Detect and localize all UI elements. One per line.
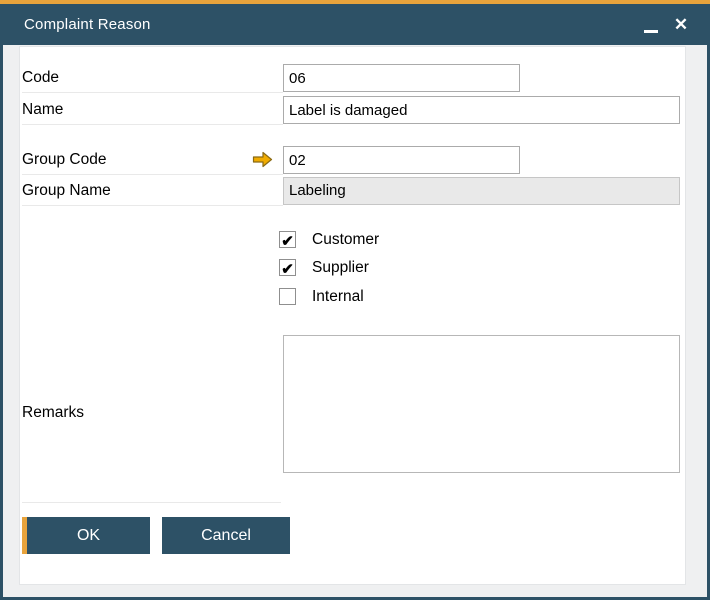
internal-checkbox-row: ✔ Internal (279, 287, 364, 306)
supplier-checkbox[interactable]: ✔ (279, 259, 296, 278)
dialog-body: Code Name Group Code (0, 45, 710, 600)
remarks-row-divider (22, 502, 281, 503)
customer-checkbox-label: Customer (312, 230, 380, 248)
ok-button[interactable]: OK (22, 517, 150, 554)
code-label-column: Code (22, 64, 283, 93)
checkmark-icon: ✔ (281, 261, 294, 278)
code-row: Code (22, 64, 681, 93)
close-button[interactable]: ✕ (666, 10, 696, 40)
supplier-checkbox-row: ✔ Supplier (279, 258, 369, 278)
group-code-label: Group Code (22, 151, 107, 168)
checkmark-icon: ✔ (281, 233, 294, 250)
remarks-textarea[interactable] (283, 335, 680, 473)
group-name-row: Group Name Labeling (22, 177, 681, 206)
window-title: Complaint Reason (24, 16, 151, 33)
complaint-reason-dialog: Complaint Reason ✕ Code Name (0, 0, 710, 600)
link-arrow-icon[interactable] (252, 151, 273, 168)
code-label: Code (22, 69, 60, 86)
internal-checkbox-label: Internal (312, 287, 364, 305)
group-code-label-column: Group Code (22, 146, 283, 175)
title-bar[interactable]: Complaint Reason ✕ (0, 4, 710, 45)
supplier-checkbox-label: Supplier (312, 258, 369, 276)
name-input[interactable] (283, 96, 680, 124)
internal-checkbox[interactable]: ✔ (279, 288, 296, 305)
group-name-label-column: Group Name (22, 177, 283, 206)
name-row: Name (22, 96, 681, 125)
customer-checkbox[interactable]: ✔ (279, 231, 296, 250)
name-label-column: Name (22, 96, 283, 125)
minimize-icon (644, 30, 658, 33)
code-input[interactable] (283, 64, 520, 92)
group-code-row: Group Code (22, 146, 681, 175)
group-name-label: Group Name (22, 182, 111, 199)
group-code-input[interactable] (283, 146, 520, 174)
cancel-button[interactable]: Cancel (162, 517, 290, 554)
remarks-label: Remarks (22, 404, 85, 421)
name-label: Name (22, 101, 64, 118)
close-icon: ✕ (673, 15, 689, 34)
minimize-button[interactable] (636, 10, 666, 40)
form-panel: Code Name Group Code (19, 46, 686, 585)
group-name-readonly-field: Labeling (283, 177, 680, 205)
customer-checkbox-row: ✔ Customer (279, 230, 380, 250)
